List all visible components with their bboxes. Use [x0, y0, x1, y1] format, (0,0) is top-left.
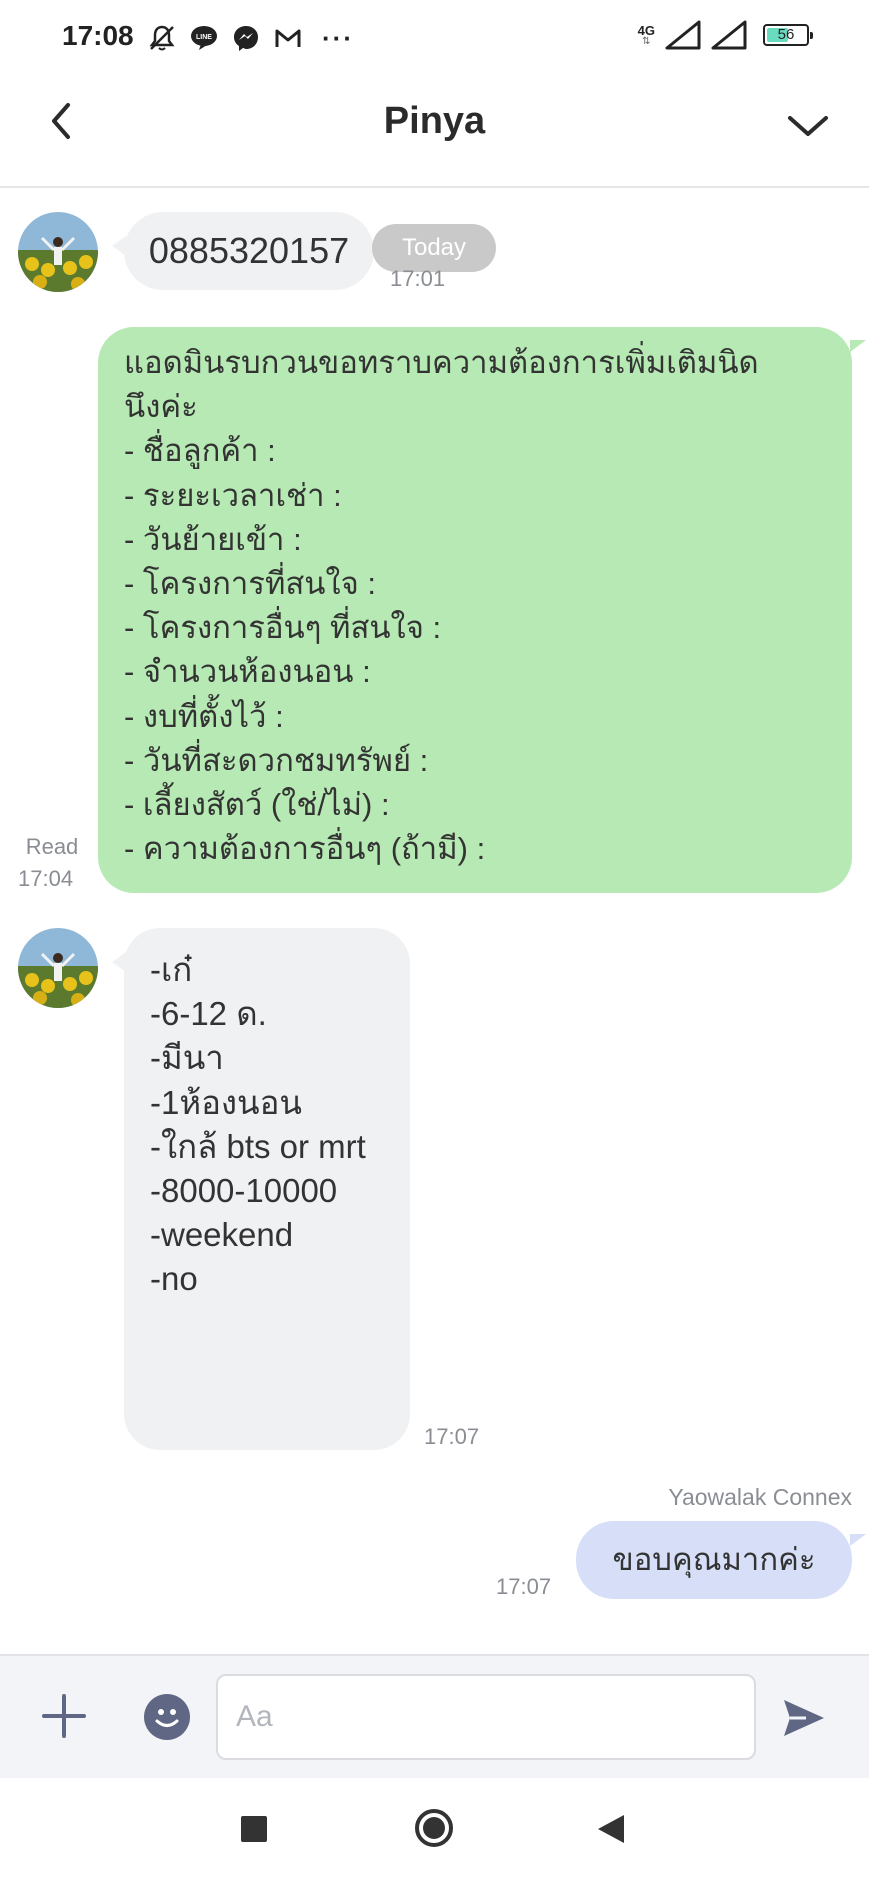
emoji-button[interactable]	[144, 1694, 190, 1740]
messenger-icon	[230, 22, 262, 54]
message-line: -ใกล้ bts or mrt	[150, 1127, 366, 1165]
read-receipt: Read	[25, 834, 79, 859]
bubble-tail	[850, 1534, 866, 1546]
message-line: -1ห้องนอน	[150, 1083, 302, 1121]
sender-name: Yaowalak Connex	[668, 1484, 852, 1510]
send-button[interactable]	[780, 1694, 828, 1742]
add-attachment-button[interactable]	[40, 1692, 88, 1740]
home-circle-icon	[415, 1809, 453, 1847]
gmail-icon	[272, 22, 304, 54]
svg-text:LINE: LINE	[196, 34, 212, 41]
message-text: 0885320157	[148, 230, 350, 271]
message-line: - จำนวนห้องนอน :	[124, 654, 371, 690]
smiley-icon	[155, 1709, 179, 1727]
message-line: นึงค่ะ	[124, 389, 198, 425]
message-line: แอดมินรบกวนขอทราบความต้องการเพิ่มเติมนิด	[124, 345, 759, 380]
more-notifications: ···	[322, 22, 354, 53]
status-time: 17:08	[62, 20, 134, 51]
chat-header: Pinya	[0, 78, 869, 188]
message-line: - ความต้องการอื่นๆ (ถ้ามี) :	[124, 831, 486, 867]
data-arrows-icon: ⇅	[642, 35, 651, 47]
message-text: ขอบคุณมากค่ะ	[612, 1542, 816, 1577]
contact-avatar[interactable]	[18, 212, 98, 292]
message-line: - เลี้ยงสัตว์ (ใช่/ไม่) :	[124, 787, 390, 823]
message-line: - วันที่สะดวกชมทรัพย์ :	[124, 742, 429, 778]
message-line: - ชื่อลูกค้า :	[124, 433, 276, 469]
signal-icon-2	[711, 20, 747, 50]
outgoing-message-bubble[interactable]: ขอบคุณมากค่ะ	[576, 1521, 852, 1599]
message-time: 17:07	[424, 1424, 480, 1449]
battery-cap	[810, 32, 813, 39]
message-time: 17:04	[18, 866, 74, 891]
incoming-message-bubble[interactable]: 0885320157	[124, 212, 374, 290]
message-line: - โครงการอื่นๆ ที่สนใจ :	[124, 610, 442, 646]
plus-icon	[42, 1694, 86, 1738]
date-separator: Today	[372, 224, 496, 272]
contact-avatar[interactable]	[18, 928, 98, 1008]
message-input[interactable]: Aa	[216, 1674, 756, 1760]
message-line: -8000-10000	[150, 1172, 338, 1210]
bubble-tail	[850, 340, 866, 352]
message-line: - โครงการที่สนใจ :	[124, 566, 377, 602]
chevron-down-icon	[788, 116, 828, 136]
message-line: -เก๋	[150, 951, 193, 988]
signal-icon	[665, 20, 701, 50]
header-menu-button[interactable]	[783, 100, 833, 150]
questionnaire-lines: แอดมินรบกวนขอทราบความต้องการเพิ่มเติมนิด…	[124, 341, 759, 871]
home-button[interactable]	[414, 1808, 454, 1848]
message-line: -no	[150, 1260, 198, 1298]
battery-icon: 56	[763, 24, 813, 46]
outgoing-message-bubble[interactable]: แอดมินรบกวนขอทราบความต้องการเพิ่มเติมนิด…	[98, 327, 852, 893]
message-line: - วันย้ายเข้า :	[124, 521, 302, 557]
notification-icons: LINE ···	[146, 22, 354, 54]
chat-screen: 17:08 LINE ··· 4G ⇅ 56 Pinya 0885320157 …	[0, 0, 869, 1883]
battery-level: 56	[777, 26, 795, 43]
message-line: - ระยะเวลาเช่า :	[124, 477, 342, 513]
message-time: 17:01	[390, 266, 446, 291]
system-back-button[interactable]	[596, 1813, 626, 1845]
message-time: 17:07	[496, 1574, 552, 1599]
back-triangle-icon	[598, 1815, 624, 1843]
incoming-message-bubble[interactable]: -เก๋ -6-12 ด. -มีนา -1ห้องนอน -ใกล้ bts or m…	[124, 928, 410, 1450]
network-type: 4G ⇅	[637, 22, 655, 47]
do-not-disturb-icon	[146, 22, 178, 54]
recents-button[interactable]	[241, 1816, 267, 1842]
status-bar: 17:08 LINE ··· 4G ⇅ 56	[0, 0, 869, 78]
status-right: 4G ⇅ 56	[637, 20, 813, 50]
message-input-bar: Aa	[0, 1654, 869, 1780]
answer-lines: -เก๋ -6-12 ด. -มีนา -1ห้องนอน -ใกล้ bts or m…	[150, 948, 366, 1302]
message-line: - งบที่ตั้งไว้ :	[124, 698, 284, 734]
message-line: -weekend	[150, 1216, 294, 1254]
message-line: -6-12 ด.	[150, 995, 267, 1033]
send-icon	[784, 1700, 824, 1736]
line-icon: LINE	[188, 22, 220, 54]
chat-title[interactable]: Pinya	[0, 100, 869, 143]
system-navigation-bar	[0, 1778, 869, 1883]
message-line: -มีนา	[150, 1039, 224, 1077]
